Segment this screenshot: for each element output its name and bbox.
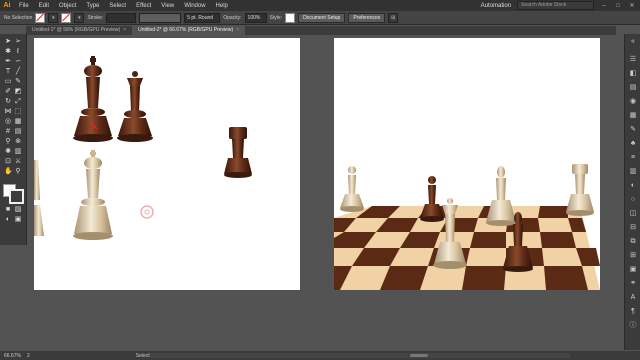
transform-panel-icon[interactable]: ⊞ [629,252,637,260]
brushes-panel-icon[interactable]: ✎ [629,126,637,134]
align-panel-icon[interactable]: ⊟ [629,224,637,232]
zoom-level[interactable]: 66.67% [4,353,21,359]
canvas-area [34,38,600,290]
artboard-left[interactable] [34,38,300,290]
paragraph-panel-icon[interactable]: ¶ [629,308,637,316]
chessboard [334,206,600,290]
character-panel-icon[interactable]: A [629,294,637,302]
gradient-panel-icon[interactable]: ▥ [629,168,637,176]
panel-dock: « ☰ ◧ ▤ ◉ ▦ ✎ ♣ ≡ ▥ ◐ ○ ◫ ⊟ ⧉ ⊞ ▣ ⚭ A ¶ … [624,34,640,350]
horizontal-scrollbar[interactable] [150,353,570,358]
layers-panel-icon[interactable]: ◧ [629,70,637,78]
color-panel-icon[interactable]: ◉ [629,98,637,106]
scrollbar-thumb[interactable] [410,354,428,357]
swatches-panel-icon[interactable]: ▦ [629,112,637,120]
stroke-panel-icon[interactable]: ≡ [629,154,637,162]
libraries-panel-icon[interactable]: ▤ [629,84,637,92]
links-panel-icon[interactable]: ⚭ [629,280,637,288]
symbols-panel-icon[interactable]: ♣ [629,140,637,148]
appearance-panel-icon[interactable]: ○ [629,196,637,204]
artboard-number[interactable]: 2 [27,353,30,359]
pathfinder-panel-icon[interactable]: ⧉ [629,238,637,246]
graphic-styles-panel-icon[interactable]: ◫ [629,210,637,218]
properties-panel-icon[interactable]: ☰ [629,56,637,64]
artboards-panel-icon[interactable]: ▣ [629,266,637,274]
info-panel-icon[interactable]: ⓘ [629,322,637,330]
collapse-panels-icon[interactable]: « [629,38,637,46]
transparency-panel-icon[interactable]: ◐ [629,182,637,190]
